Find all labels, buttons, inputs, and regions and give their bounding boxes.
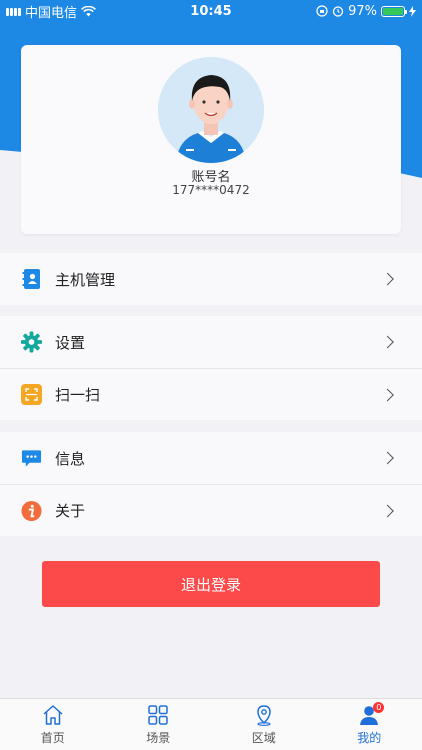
menu-item-scan[interactable]: 扫一扫	[0, 368, 422, 420]
tab-label: 我的	[357, 730, 382, 745]
tab-bar: 首页 场景 区域 0 我的	[0, 698, 422, 750]
status-bar: 中国电信 10:45 97%	[0, 0, 422, 22]
grid-icon	[148, 704, 168, 725]
chevron-right-icon	[381, 272, 394, 286]
tab-label: 首页	[40, 730, 65, 745]
chevron-right-icon	[381, 504, 394, 517]
user-avatar-illustration	[158, 57, 264, 163]
charging-icon	[409, 5, 416, 17]
info-icon	[21, 500, 42, 521]
battery-percent: 97%	[348, 3, 377, 19]
gear-icon	[21, 331, 42, 353]
orientation-lock-icon	[316, 5, 328, 17]
menu-item-settings[interactable]: 设置	[0, 316, 422, 368]
avatar[interactable]	[158, 57, 264, 163]
tab-scenes[interactable]: 场景	[106, 699, 212, 750]
tab-label: 区域	[251, 730, 276, 745]
chevron-right-icon	[381, 335, 394, 349]
menu-group-host: 主机管理	[0, 253, 422, 305]
chevron-right-icon	[381, 451, 394, 465]
menu-item-host-management[interactable]: 主机管理	[0, 253, 422, 305]
alarm-icon	[332, 6, 344, 17]
signal-icon	[6, 7, 21, 16]
menu-label: 主机管理	[55, 270, 116, 289]
message-icon	[21, 448, 42, 469]
menu-label: 关于	[55, 502, 86, 520]
tab-label: 场景	[146, 730, 171, 745]
menu-label: 设置	[55, 333, 86, 352]
menu-item-messages[interactable]: 信息	[0, 432, 422, 484]
chevron-right-icon	[381, 388, 394, 401]
account-phone: 177****0472	[172, 183, 250, 197]
carrier-label: 中国电信	[25, 5, 78, 21]
menu-group-settings: 设置 扫一扫	[0, 316, 422, 420]
wifi-icon	[81, 5, 96, 16]
menu-label: 信息	[55, 449, 86, 468]
tab-home[interactable]: 首页	[0, 699, 106, 750]
battery-icon	[381, 5, 407, 17]
contacts-book-icon	[21, 269, 42, 290]
tab-mine[interactable]: 0 我的	[317, 699, 422, 750]
menu-group-info: 信息 关于	[0, 432, 422, 536]
logout-button[interactable]: 退出登录	[42, 561, 380, 607]
menu-item-about[interactable]: 关于	[0, 484, 422, 536]
profile-card[interactable]: 账号名 177****0472	[21, 45, 401, 234]
notification-badge: 0	[373, 702, 385, 713]
scan-icon	[21, 384, 42, 405]
menu-label: 扫一扫	[55, 386, 101, 404]
home-icon	[43, 704, 63, 725]
location-icon	[256, 704, 271, 726]
tab-areas[interactable]: 区域	[211, 699, 317, 750]
